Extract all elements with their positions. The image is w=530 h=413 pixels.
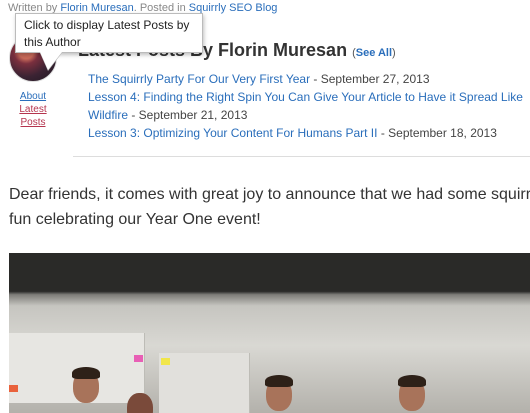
photo-person [127, 393, 153, 413]
author-box-divider [73, 156, 530, 157]
article-intro: Dear friends, it comes with great joy to… [9, 186, 530, 228]
photo-flipchart [159, 353, 250, 413]
see-all-wrapper: (See All) [352, 47, 396, 59]
post-date: - September 27, 2013 [310, 72, 430, 86]
latest-posts-tooltip: Click to display Latest Posts by this Au… [15, 13, 203, 53]
latest-posts-link[interactable]: Latest Posts [6, 103, 60, 129]
photo-person-hair [398, 375, 426, 387]
list-item: The Squirrly Party For Our Very First Ye… [88, 70, 530, 88]
photo-sticky-note [134, 355, 143, 362]
event-photo [9, 253, 530, 413]
about-link[interactable]: About [6, 90, 60, 103]
post-date: - September 18, 2013 [377, 126, 497, 140]
post-link[interactable]: Lesson 3: Optimizing Your Content For Hu… [88, 126, 377, 140]
post-link[interactable]: The Squirrly Party For Our Very First Ye… [88, 72, 310, 86]
photo-person-hair [265, 375, 293, 387]
list-item: Lesson 3: Optimizing Your Content For Hu… [88, 124, 530, 142]
post-date: - September 21, 2013 [128, 108, 248, 122]
see-all-link[interactable]: See All [356, 47, 392, 59]
photo-person-hair [72, 367, 100, 379]
latest-posts-list: The Squirrly Party For Our Very First Ye… [88, 70, 530, 142]
photo-sticky-note [9, 385, 18, 392]
tooltip-pointer [40, 52, 62, 70]
photo-sticky-note [161, 358, 170, 365]
list-item: Lesson 4: Finding the Right Spin You Can… [88, 88, 530, 124]
